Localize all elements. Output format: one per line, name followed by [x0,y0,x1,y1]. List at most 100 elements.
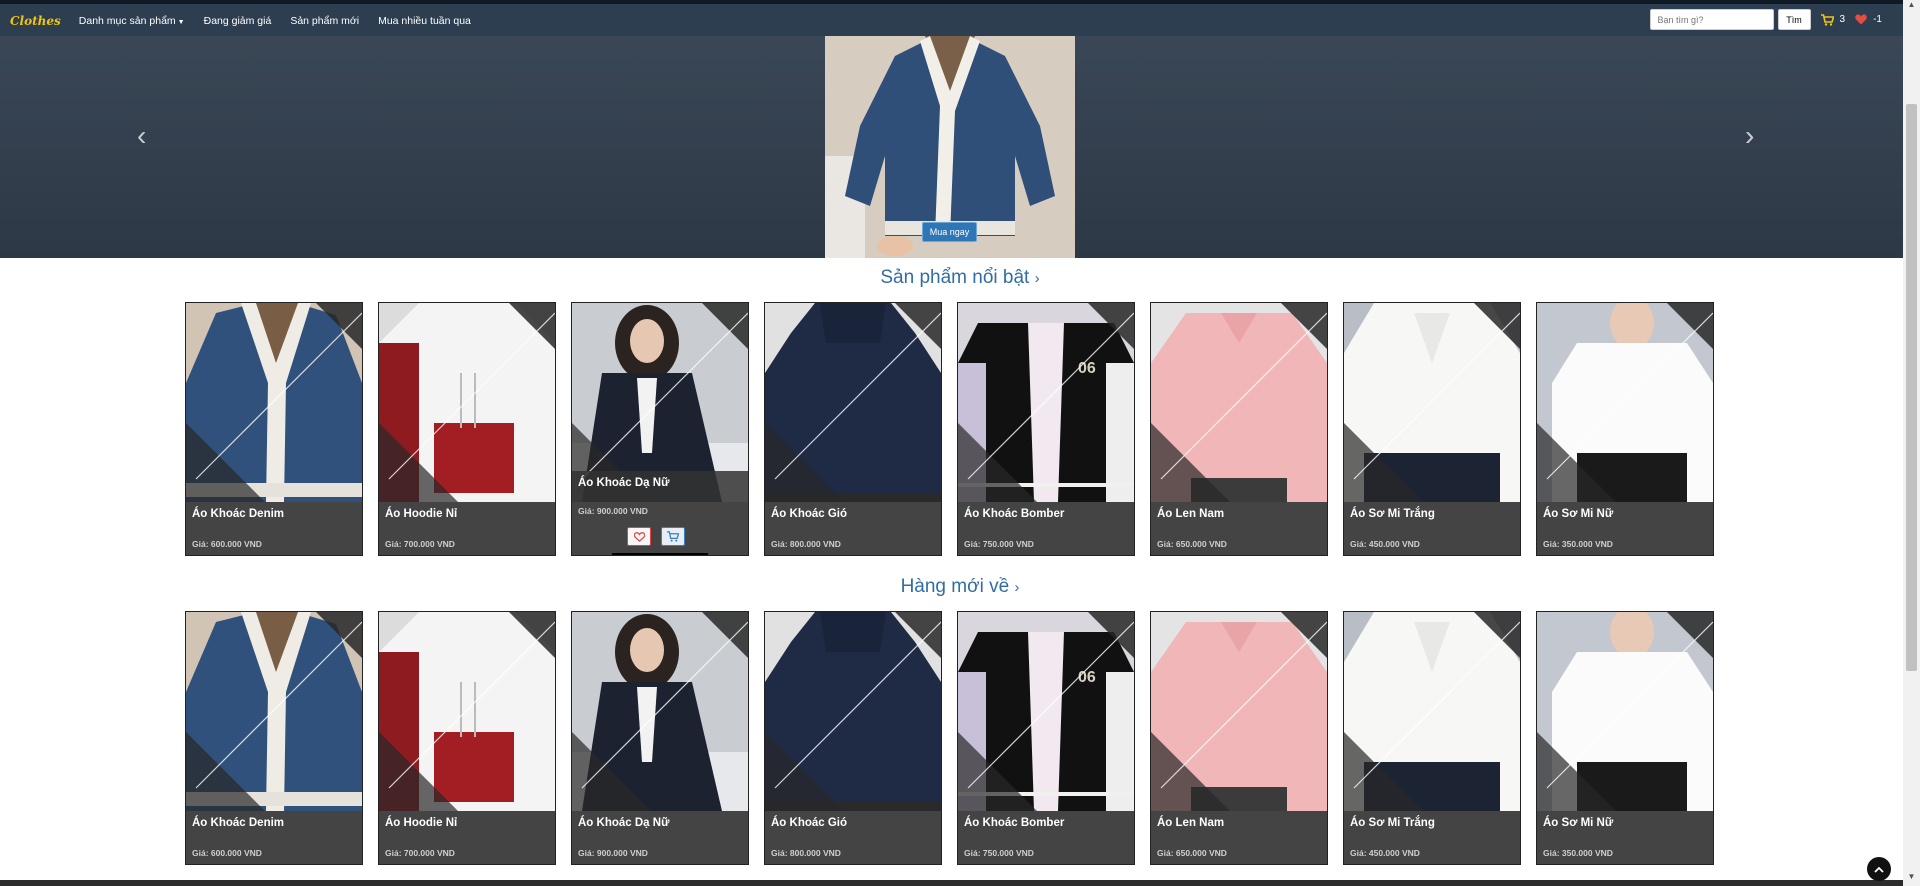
chevron-right-icon: › [1014,579,1020,596]
chevron-up-icon [1874,866,1884,873]
product-name[interactable]: Áo Sơ Mi Nữ [1543,817,1613,829]
product-image[interactable] [1344,612,1520,811]
search-button[interactable]: Tìm [1777,9,1811,30]
section-title-featured[interactable]: Sản phẩm nổi bật › [0,267,1920,289]
product-image[interactable] [765,612,941,811]
product-price: Giá: 900.000 VND [578,848,648,858]
chevron-right-icon[interactable]: › [1745,120,1754,152]
product-name[interactable]: Áo Len Nam [1157,508,1224,520]
product-card[interactable]: Áo Hoodie Nỉ Giá: 700.000 VND [378,611,556,865]
product-name[interactable]: Áo Sơ Mi Nữ [1543,508,1613,520]
product-card[interactable]: Áo Khoác Gió Giá: 800.000 VND [764,611,942,865]
product-price: Giá: 650.000 VND [1157,848,1227,858]
back-to-top-button[interactable] [1867,857,1891,881]
chevron-right-icon: › [1034,270,1040,287]
product-card[interactable]: Áo Khoác Dạ Nữ Giá: 900.000 VND [571,302,749,556]
product-card[interactable]: Áo Khoác Dạ Nữ Giá: 900.000 VND [571,611,749,865]
product-image[interactable]: 06 [958,303,1134,502]
product-name[interactable]: Áo Khoác Gió [771,508,847,520]
product-image[interactable] [1537,303,1713,502]
product-card[interactable]: Áo Len Nam Giá: 650.000 VND [1150,611,1328,865]
section-title-featured-label: Sản phẩm nổi bật [880,267,1030,288]
product-image[interactable] [1151,303,1327,502]
product-image[interactable] [1344,303,1520,502]
product-name[interactable]: Áo Sơ Mi Trắng [1350,508,1435,520]
cart-icon [1820,13,1834,26]
product-image[interactable] [379,612,555,811]
buy-now-button[interactable]: Mua ngay [922,222,977,242]
product-price: Giá: 600.000 VND [192,848,262,858]
product-image[interactable] [186,612,362,811]
product-name[interactable]: Áo Khoác Denim [192,817,284,829]
nav-best-sellers[interactable]: Mua nhiều tuần qua [378,15,471,27]
product-price: Giá: 900.000 VND [578,506,648,516]
product-price: Giá: 750.000 VND [964,539,1034,549]
product-name[interactable]: Áo Khoác Bomber [964,508,1064,520]
product-price: Giá: 650.000 VND [1157,539,1227,549]
chevron-left-icon[interactable]: ‹ [137,120,146,152]
cart-link[interactable]: 3 [1820,13,1846,26]
section-title-new-arrivals[interactable]: Hàng mới về › [0,576,1920,598]
product-card[interactable]: Áo Khoác Denim Giá: 600.000 VND [185,302,363,556]
cart-icon [667,531,679,542]
nav-on-sale[interactable]: Đang giảm giá [204,15,272,27]
product-price: Giá: 350.000 VND [1543,848,1613,858]
product-image[interactable]: 06 [958,612,1134,811]
nav-right: Tìm 3 -1 [1649,9,1882,30]
product-name[interactable]: Áo Hoodie Nỉ [385,508,457,520]
product-image[interactable] [379,303,555,502]
cart-count: 3 [1839,14,1846,25]
product-name[interactable]: Áo Khoác Denim [192,508,284,520]
svg-text:06: 06 [1078,669,1096,686]
caret-down-icon: ▼ [177,18,185,26]
search-input[interactable] [1649,9,1774,30]
product-image[interactable] [765,303,941,502]
product-image[interactable] [1151,612,1327,811]
product-card[interactable]: 06 Áo Khoác Bomber Giá: 750.000 VND [957,302,1135,556]
product-name[interactable]: Áo Khoác Gió [771,817,847,829]
product-card[interactable]: 06 Áo Khoác Bomber Giá: 750.000 VND [957,611,1135,865]
add-to-cart-button[interactable] [661,527,685,546]
nav-new-products[interactable]: Sản phẩm mới [290,15,359,27]
navbar: Clothes Danh mục sản phẩm ▼ Đang giảm giá… [0,4,1920,37]
heart-outline-icon [633,531,645,542]
product-name[interactable]: Áo Len Nam [1157,817,1224,829]
scroll-up-arrow-icon[interactable]: ▲ [1903,0,1920,14]
hover-underline [612,553,708,555]
add-to-wishlist-button[interactable] [627,527,651,546]
product-card[interactable]: Áo Sơ Mi Nữ Giá: 350.000 VND [1536,611,1714,865]
product-card[interactable]: Áo Hoodie Nỉ Giá: 700.000 VND [378,302,556,556]
product-card[interactable]: Áo Sơ Mi Nữ Giá: 350.000 VND [1536,302,1714,556]
product-name[interactable]: Áo Khoác Bomber [964,817,1064,829]
bottom-strip [0,880,1903,886]
wishlist-count: -1 [1873,14,1882,25]
product-card[interactable]: Áo Khoác Denim Giá: 600.000 VND [185,611,363,865]
product-image[interactable] [1537,612,1713,811]
product-name[interactable]: Áo Khoác Dạ Nữ [578,817,669,829]
product-image[interactable] [572,612,748,811]
product-name[interactable]: Áo Hoodie Nỉ [385,817,457,829]
scrollbar[interactable]: ▲ ▼ [1903,0,1920,886]
product-price: Giá: 450.000 VND [1350,848,1420,858]
product-price: Giá: 600.000 VND [192,539,262,549]
product-image[interactable] [186,303,362,502]
section-title-new-arrivals-label: Hàng mới về [900,576,1010,597]
product-price: Giá: 750.000 VND [964,848,1034,858]
brand-logo[interactable]: Clothes [10,14,61,28]
heart-icon [1855,14,1867,25]
product-card[interactable]: Áo Len Nam Giá: 650.000 VND [1150,302,1328,556]
product-card[interactable]: Áo Sơ Mi Trắng Giá: 450.000 VND [1343,302,1521,556]
wishlist-link[interactable]: -1 [1855,14,1882,25]
scroll-down-arrow-icon[interactable]: ▼ [1903,872,1920,886]
product-price: Giá: 350.000 VND [1543,539,1613,549]
product-card[interactable]: Áo Khoác Gió Giá: 800.000 VND [764,302,942,556]
product-name[interactable]: Áo Khoác Dạ Nữ [578,477,669,489]
scroll-thumb[interactable] [1906,104,1917,671]
nav-categories-label: Danh mục sản phẩm [78,14,176,27]
product-price: Giá: 700.000 VND [385,848,455,858]
product-name[interactable]: Áo Sơ Mi Trắng [1350,817,1435,829]
product-price: Giá: 450.000 VND [1350,539,1420,549]
product-price: Giá: 800.000 VND [771,848,841,858]
product-card[interactable]: Áo Sơ Mi Trắng Giá: 450.000 VND [1343,611,1521,865]
nav-categories-dropdown[interactable]: Danh mục sản phẩm ▼ [79,15,185,27]
